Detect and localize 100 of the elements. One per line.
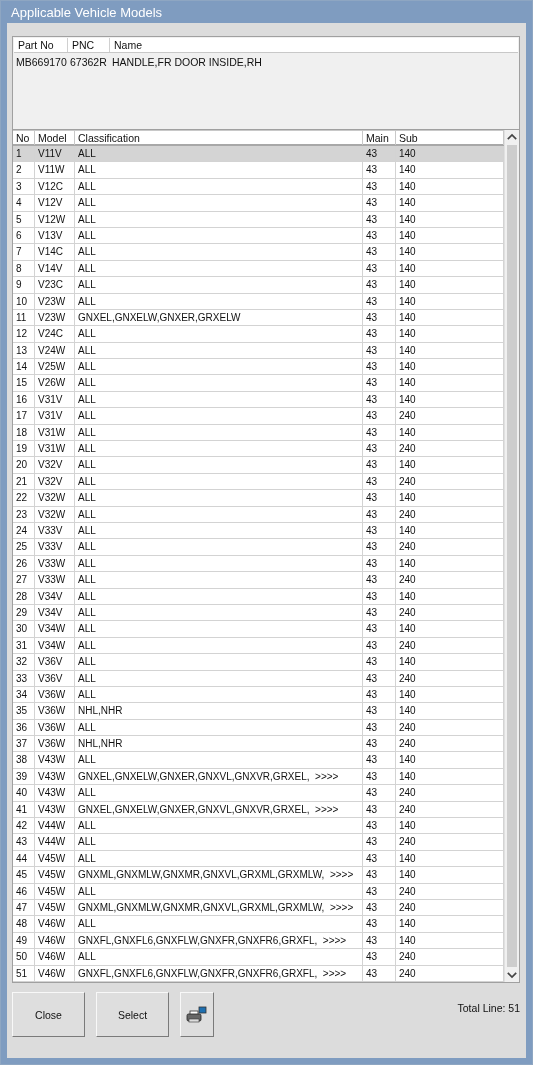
table-row[interactable]: 19 V31W ALL 43 240 <box>13 441 504 458</box>
table-cell: 40 <box>13 785 35 801</box>
column-header[interactable]: Main <box>363 131 396 145</box>
table-cell: ALL <box>75 850 363 867</box>
table-cell: V23C <box>35 277 75 293</box>
table-cell: 43 <box>363 834 396 850</box>
table-cell: 43 <box>363 899 396 916</box>
table-cell: 5 <box>13 211 35 227</box>
table-cell: V36W <box>35 736 75 752</box>
table-cell: V34V <box>35 588 75 604</box>
table-cell-text: 67362R <box>69 56 108 68</box>
table-row[interactable]: 14 V25W ALL 43 140 <box>13 359 504 376</box>
column-header[interactable]: Model <box>35 131 75 145</box>
table-row[interactable]: 1 V11V ALL 43 140 <box>13 146 504 163</box>
table-cell: 43 <box>363 441 396 457</box>
table-cell: 43 <box>363 621 396 637</box>
table-cell: V14C <box>35 244 75 260</box>
table-row[interactable]: 43 V44W ALL 43 240 <box>13 834 504 851</box>
table-row[interactable]: 42 V44W ALL 43 140 <box>13 818 504 835</box>
table-row[interactable]: 37 V36W NHL,NHR 43 240 <box>13 736 504 753</box>
table-cell: V36W <box>35 703 75 719</box>
table-cell: ALL <box>75 883 363 899</box>
table-row[interactable]: 45 V45W GNXML,GNXMLW,GNXMR,GNXVL,GRXML,GRXMLW, >>>> 43 140 <box>13 867 504 884</box>
table-cell: V45W <box>35 883 75 899</box>
table-cell: 30 <box>13 621 35 637</box>
table-cell: ALL <box>75 178 363 195</box>
dialog-button[interactable]: Select <box>96 992 169 1037</box>
table-cell: 7 <box>13 244 35 260</box>
print-button[interactable] <box>180 992 214 1037</box>
table-cell: 21 <box>13 473 35 490</box>
table-cell: V44W <box>35 834 75 850</box>
column-header[interactable]: Name <box>110 38 518 52</box>
table-cell: 43 <box>363 818 396 834</box>
table-cell: GNXML,GNXMLW,GNXMR,GNXVL,GRXML,GRXMLW, >>>> <box>75 899 363 916</box>
table-cell: ALL <box>75 227 363 244</box>
table-row[interactable]: 32 V36V ALL 43 140 <box>13 654 504 671</box>
table-cell: ALL <box>75 818 363 834</box>
table-cell: ALL <box>75 342 363 359</box>
table-row[interactable]: 9 V23C ALL 43 140 <box>13 277 504 294</box>
table-cell: ALL <box>75 244 363 260</box>
table-cell: ALL <box>75 523 363 539</box>
table-cell: 43 <box>363 408 396 424</box>
table-cell: V43W <box>35 801 75 817</box>
table-cell: 43 <box>363 178 396 195</box>
table-row[interactable]: 12 V24C ALL 43 140 <box>13 326 504 343</box>
scroll-thumb[interactable] <box>507 145 517 967</box>
table-row[interactable]: 48 V46W ALL 43 140 <box>13 916 504 933</box>
table-cell: V32V <box>35 457 75 473</box>
table-cell: V31W <box>35 424 75 441</box>
table-cell: 3 <box>13 178 35 195</box>
column-header[interactable]: PNC <box>68 38 110 52</box>
table-row[interactable]: 20 V32V ALL 43 140 <box>13 457 504 474</box>
dialog-button[interactable]: Close <box>12 992 85 1037</box>
table-cell: 20 <box>13 457 35 473</box>
table-row[interactable]: 40 V43W ALL 43 240 <box>13 785 504 802</box>
table-cell: 19 <box>13 441 35 457</box>
table-cell: 43 <box>363 342 396 359</box>
table-row[interactable]: 4 V12V ALL 43 140 <box>13 195 504 212</box>
table-cell: ALL <box>75 490 363 506</box>
table-row[interactable]: 22 V32W ALL 43 140 <box>13 490 504 507</box>
table-cell: 43 <box>363 523 396 539</box>
table-cell: V46W <box>35 916 75 932</box>
table-cell: 43 <box>363 539 396 555</box>
table-row[interactable]: 50 V46W ALL 43 240 <box>13 949 504 966</box>
table-cell: ALL <box>75 457 363 473</box>
table-row[interactable]: 2 V11W ALL 43 140 <box>13 162 504 179</box>
scrollbar[interactable] <box>504 130 519 982</box>
column-header[interactable]: Part No <box>14 38 68 52</box>
table-cell: 25 <box>13 539 35 555</box>
table-cell: ALL <box>75 195 363 211</box>
table-cell: 43 <box>363 195 396 211</box>
table-cell: 43 <box>363 227 396 244</box>
table-cell: V33V <box>35 539 75 555</box>
table-row[interactable]: 35 V36W NHL,NHR 43 140 <box>13 703 504 720</box>
table-row[interactable]: 27 V33W ALL 43 240 <box>13 572 504 589</box>
table-cell: 43 <box>363 916 396 932</box>
column-header[interactable]: No <box>13 131 35 145</box>
table-cell: ALL <box>75 752 363 768</box>
table-cell: V13V <box>35 227 75 244</box>
table-row[interactable]: 17 V31V ALL 43 240 <box>13 408 504 425</box>
table-cell: ALL <box>75 572 363 588</box>
table-cell: ALL <box>75 719 363 736</box>
table-row[interactable]: 7 V14C ALL 43 140 <box>13 244 504 261</box>
table-cell: ALL <box>75 670 363 686</box>
total-line-label: Total Line: 51 <box>457 1001 520 1016</box>
table-cell: 36 <box>13 719 35 736</box>
table-row[interactable]: 38 V43W ALL 43 140 <box>13 752 504 769</box>
table-cell: 43 <box>363 457 396 473</box>
table-cell: ALL <box>75 834 363 850</box>
table-row[interactable]: 15 V26W ALL 43 140 <box>13 375 504 392</box>
table-cell: ALL <box>75 293 363 309</box>
table-row[interactable]: 25 V33V ALL 43 240 <box>13 539 504 556</box>
table-cell: V46W <box>35 949 75 965</box>
column-header[interactable]: Classification <box>75 131 363 145</box>
table-cell: ALL <box>75 359 363 375</box>
table-cell: V32V <box>35 473 75 490</box>
table-row[interactable]: 30 V34W ALL 43 140 <box>13 621 504 638</box>
table-cell: ALL <box>75 637 363 654</box>
table-cell: V43W <box>35 785 75 801</box>
table-cell: 48 <box>13 916 35 932</box>
